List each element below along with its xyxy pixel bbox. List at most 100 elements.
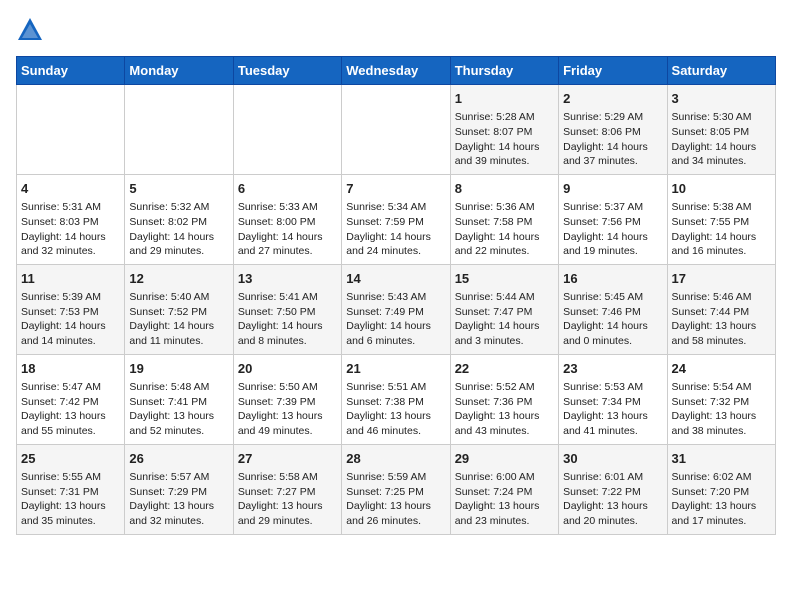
day-info: Sunrise: 5:58 AMSunset: 7:27 PMDaylight:… — [238, 471, 323, 527]
weekday-header: Wednesday — [342, 57, 450, 85]
day-number: 18 — [21, 360, 120, 378]
day-number: 25 — [21, 450, 120, 468]
calendar-cell: 17 Sunrise: 5:46 AMSunset: 7:44 PMDayligh… — [667, 264, 775, 354]
calendar-cell: 16Sunrise: 5:45 AMSunset: 7:46 PMDayligh… — [559, 264, 667, 354]
calendar-cell — [17, 85, 125, 175]
day-number: 31 — [672, 450, 771, 468]
calendar-cell: 7 Sunrise: 5:34 AMSunset: 7:59 PMDaylight… — [342, 174, 450, 264]
calendar-cell: 3 Sunrise: 5:30 AMSunset: 8:05 PMDaylight… — [667, 85, 775, 175]
calendar-cell: 28 Sunrise: 5:59 AMSunset: 7:25 PMDayligh… — [342, 444, 450, 534]
day-info: Sunrise: 5:28 AMSunset: 8:07 PMDaylight:… — [455, 111, 540, 167]
calendar-cell: 22 Sunrise: 5:52 AMSunset: 7:36 PMDayligh… — [450, 354, 558, 444]
day-info: Sunrise: 5:29 AMSunset: 8:06 PMDaylight:… — [563, 111, 648, 167]
day-info: Sunrise: 5:34 AMSunset: 7:59 PMDaylight:… — [346, 201, 431, 257]
calendar-cell: 4 Sunrise: 5:31 AMSunset: 8:03 PMDaylight… — [17, 174, 125, 264]
calendar-cell: 19 Sunrise: 5:48 AMSunset: 7:41 PMDayligh… — [125, 354, 233, 444]
day-info: Sunrise: 5:31 AMSunset: 8:03 PMDaylight:… — [21, 201, 106, 257]
calendar-cell: 21 Sunrise: 5:51 AMSunset: 7:38 PMDayligh… — [342, 354, 450, 444]
calendar-cell: 9 Sunrise: 5:37 AMSunset: 7:56 PMDaylight… — [559, 174, 667, 264]
day-number: 17 — [672, 270, 771, 288]
day-info: Sunrise: 5:48 AMSunset: 7:41 PMDaylight:… — [129, 381, 214, 437]
day-info: Sunrise: 5:54 AMSunset: 7:32 PMDaylight:… — [672, 381, 757, 437]
day-number: 2 — [563, 90, 662, 108]
calendar-cell: 1 Sunrise: 5:28 AMSunset: 8:07 PMDaylight… — [450, 85, 558, 175]
calendar-cell: 24 Sunrise: 5:54 AMSunset: 7:32 PMDayligh… — [667, 354, 775, 444]
day-info: Sunrise: 5:32 AMSunset: 8:02 PMDaylight:… — [129, 201, 214, 257]
day-number: 22 — [455, 360, 554, 378]
calendar-cell — [342, 85, 450, 175]
logo-icon — [16, 16, 44, 44]
calendar-cell: 5 Sunrise: 5:32 AMSunset: 8:02 PMDaylight… — [125, 174, 233, 264]
day-info: Sunrise: 6:02 AMSunset: 7:20 PMDaylight:… — [672, 471, 757, 527]
calendar-cell: 14 Sunrise: 5:43 AMSunset: 7:49 PMDayligh… — [342, 264, 450, 354]
day-number: 9 — [563, 180, 662, 198]
calendar-cell: 30Sunrise: 6:01 AMSunset: 7:22 PMDayligh… — [559, 444, 667, 534]
calendar-cell: 20Sunrise: 5:50 AMSunset: 7:39 PMDayligh… — [233, 354, 341, 444]
weekday-header: Thursday — [450, 57, 558, 85]
day-number: 19 — [129, 360, 228, 378]
calendar-cell: 11Sunrise: 5:39 AMSunset: 7:53 PMDayligh… — [17, 264, 125, 354]
day-number: 24 — [672, 360, 771, 378]
weekday-header: Friday — [559, 57, 667, 85]
day-info: Sunrise: 5:46 AMSunset: 7:44 PMDaylight:… — [672, 291, 757, 347]
calendar-cell: 23 Sunrise: 5:53 AMSunset: 7:34 PMDayligh… — [559, 354, 667, 444]
day-number: 1 — [455, 90, 554, 108]
day-number: 5 — [129, 180, 228, 198]
day-number: 20 — [238, 360, 337, 378]
day-info: Sunrise: 5:38 AMSunset: 7:55 PMDaylight:… — [672, 201, 757, 257]
day-info: Sunrise: 5:45 AMSunset: 7:46 PMDaylight:… — [563, 291, 648, 347]
calendar-cell: 27 Sunrise: 5:58 AMSunset: 7:27 PMDayligh… — [233, 444, 341, 534]
day-number: 13 — [238, 270, 337, 288]
day-number: 15 — [455, 270, 554, 288]
calendar-cell: 12Sunrise: 5:40 AMSunset: 7:52 PMDayligh… — [125, 264, 233, 354]
day-info: Sunrise: 5:47 AMSunset: 7:42 PMDaylight:… — [21, 381, 106, 437]
day-number: 7 — [346, 180, 445, 198]
weekday-header: Tuesday — [233, 57, 341, 85]
day-info: Sunrise: 5:36 AMSunset: 7:58 PMDaylight:… — [455, 201, 540, 257]
day-number: 11 — [21, 270, 120, 288]
calendar-cell: 26Sunrise: 5:57 AMSunset: 7:29 PMDayligh… — [125, 444, 233, 534]
logo — [16, 16, 48, 44]
calendar-week-row: 18 Sunrise: 5:47 AMSunset: 7:42 PMDayligh… — [17, 354, 776, 444]
day-info: Sunrise: 5:41 AMSunset: 7:50 PMDaylight:… — [238, 291, 323, 347]
calendar-cell: 13 Sunrise: 5:41 AMSunset: 7:50 PMDayligh… — [233, 264, 341, 354]
day-info: Sunrise: 5:37 AMSunset: 7:56 PMDaylight:… — [563, 201, 648, 257]
calendar-cell: 2 Sunrise: 5:29 AMSunset: 8:06 PMDaylight… — [559, 85, 667, 175]
day-info: Sunrise: 5:52 AMSunset: 7:36 PMDaylight:… — [455, 381, 540, 437]
day-info: Sunrise: 5:33 AMSunset: 8:00 PMDaylight:… — [238, 201, 323, 257]
calendar-cell: 25Sunrise: 5:55 AMSunset: 7:31 PMDayligh… — [17, 444, 125, 534]
day-number: 26 — [129, 450, 228, 468]
day-number: 14 — [346, 270, 445, 288]
day-info: Sunrise: 6:00 AMSunset: 7:24 PMDaylight:… — [455, 471, 540, 527]
day-number: 4 — [21, 180, 120, 198]
calendar-cell: 31 Sunrise: 6:02 AMSunset: 7:20 PMDayligh… — [667, 444, 775, 534]
day-number: 3 — [672, 90, 771, 108]
weekday-header: Sunday — [17, 57, 125, 85]
day-number: 28 — [346, 450, 445, 468]
day-info: Sunrise: 5:51 AMSunset: 7:38 PMDaylight:… — [346, 381, 431, 437]
calendar-week-row: 11Sunrise: 5:39 AMSunset: 7:53 PMDayligh… — [17, 264, 776, 354]
calendar-week-row: 4 Sunrise: 5:31 AMSunset: 8:03 PMDaylight… — [17, 174, 776, 264]
calendar-week-row: 1 Sunrise: 5:28 AMSunset: 8:07 PMDaylight… — [17, 85, 776, 175]
calendar-cell: 15Sunrise: 5:44 AMSunset: 7:47 PMDayligh… — [450, 264, 558, 354]
day-number: 12 — [129, 270, 228, 288]
day-info: Sunrise: 5:59 AMSunset: 7:25 PMDaylight:… — [346, 471, 431, 527]
day-number: 23 — [563, 360, 662, 378]
day-number: 21 — [346, 360, 445, 378]
day-info: Sunrise: 5:30 AMSunset: 8:05 PMDaylight:… — [672, 111, 757, 167]
calendar-cell — [233, 85, 341, 175]
calendar-cell — [125, 85, 233, 175]
day-info: Sunrise: 5:43 AMSunset: 7:49 PMDaylight:… — [346, 291, 431, 347]
calendar-cell: 8 Sunrise: 5:36 AMSunset: 7:58 PMDaylight… — [450, 174, 558, 264]
calendar-cell: 6Sunrise: 5:33 AMSunset: 8:00 PMDaylight… — [233, 174, 341, 264]
day-info: Sunrise: 5:53 AMSunset: 7:34 PMDaylight:… — [563, 381, 648, 437]
calendar-week-row: 25Sunrise: 5:55 AMSunset: 7:31 PMDayligh… — [17, 444, 776, 534]
weekday-header: Monday — [125, 57, 233, 85]
day-number: 10 — [672, 180, 771, 198]
calendar-header-row: SundayMondayTuesdayWednesdayThursdayFrid… — [17, 57, 776, 85]
day-number: 29 — [455, 450, 554, 468]
day-info: Sunrise: 6:01 AMSunset: 7:22 PMDaylight:… — [563, 471, 648, 527]
day-number: 27 — [238, 450, 337, 468]
day-number: 8 — [455, 180, 554, 198]
weekday-header: Saturday — [667, 57, 775, 85]
